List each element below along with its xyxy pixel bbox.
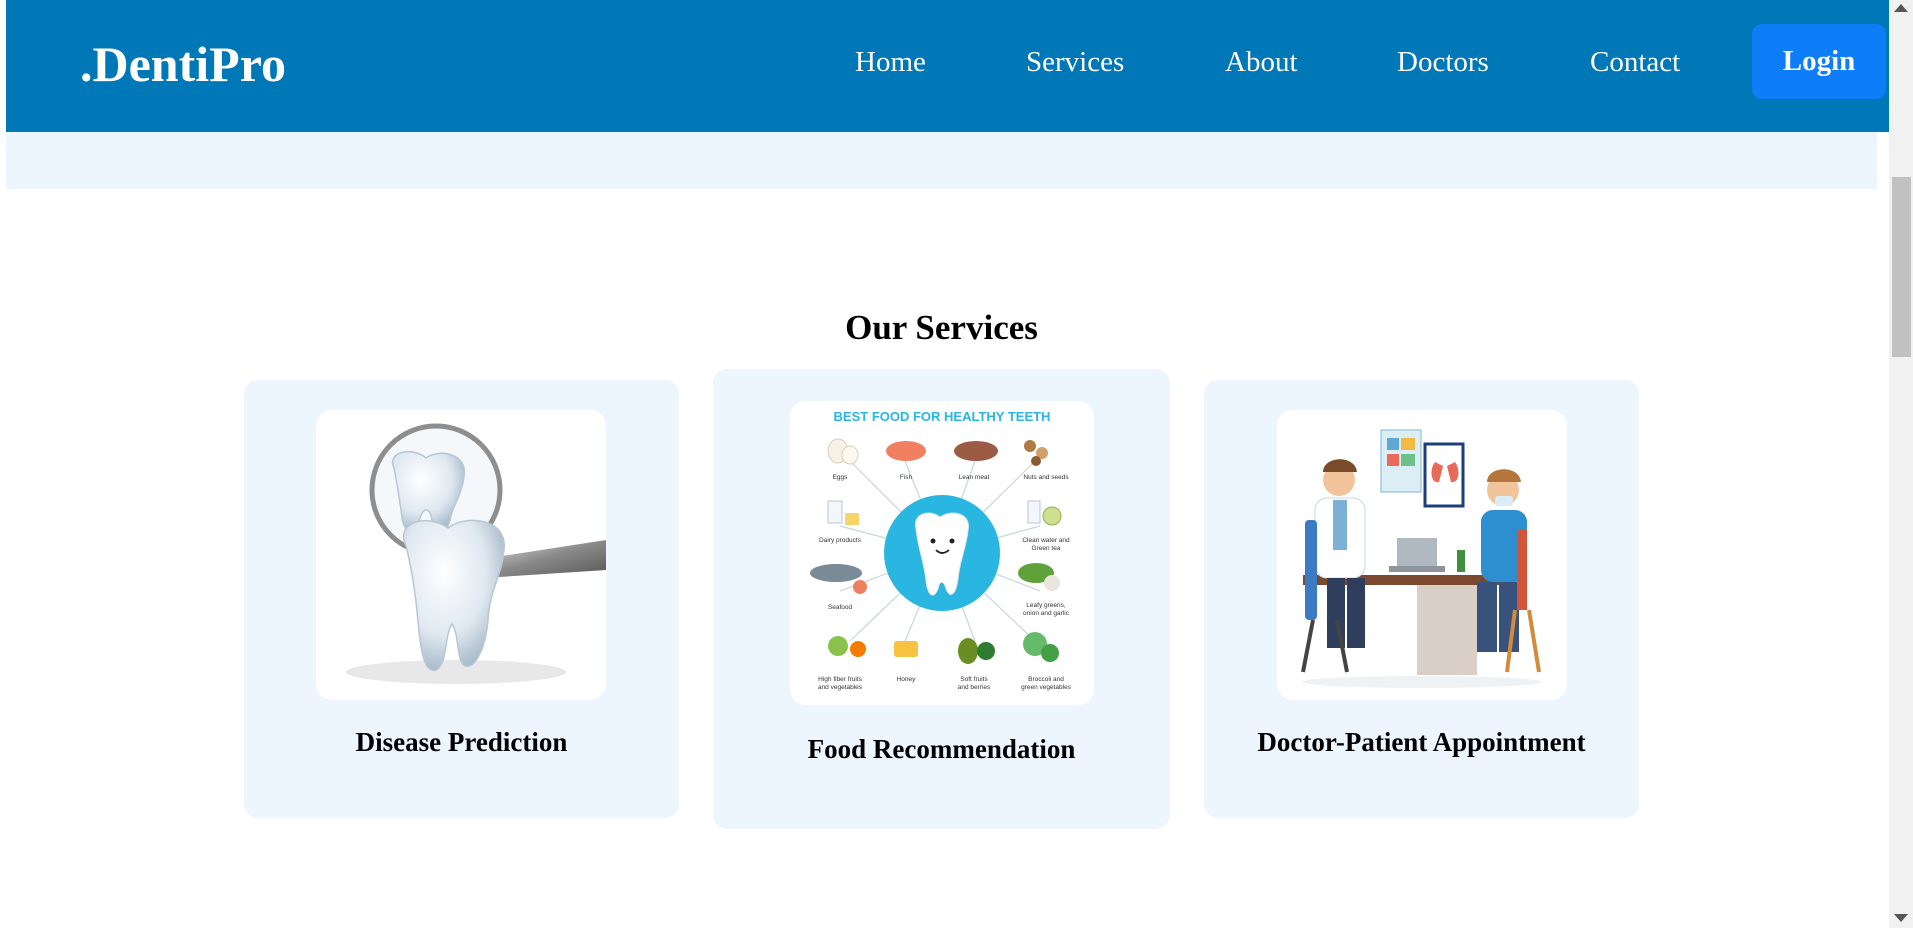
service-card-doctor-patient-appointment[interactable]: Doctor-Patient Appointment [1204,380,1639,818]
page: .DentiPro Home Services About Doctors Co… [6,0,1889,928]
svg-text:Fish: Fish [900,474,913,481]
scroll-up-icon[interactable] [1894,4,1908,12]
nav-item-about[interactable]: About [1225,42,1298,82]
svg-text:Broccoli and: Broccoli and [1028,676,1064,683]
svg-text:green vegetables: green vegetables [1021,684,1072,691]
card-title: Disease Prediction [355,727,568,757]
card-title: Doctor-Patient Appointment [1257,727,1586,757]
vertical-scrollbar[interactable] [1889,0,1913,928]
patient-figure [1477,469,1541,673]
tooth-magnifier-image [316,410,606,700]
svg-text:onion and garlic: onion and garlic [1023,610,1070,617]
svg-text:High fiber fruits: High fiber fruits [818,676,862,683]
navbar: .DentiPro Home Services About Doctors Co… [6,0,1889,132]
nav-item-doctors[interactable]: Doctors [1397,42,1489,82]
brand-logo[interactable]: .DentiPro [80,36,286,92]
svg-text:Green tea: Green tea [1032,545,1061,552]
hero-strip [6,132,1877,189]
svg-text:Eggs: Eggs [833,474,849,481]
svg-text:Lean meat: Lean meat [959,474,990,481]
card-title: Food Recommendation [807,734,1076,764]
healthy-teeth-food-infographic: BEST FOOD FOR HEALTHY TEETH Eggs Fish Le… [790,401,1094,705]
nav-item-contact[interactable]: Contact [1590,42,1680,82]
scrollbar-thumb[interactable] [1892,177,1911,357]
service-card-food-recommendation[interactable]: BEST FOOD FOR HEALTHY TEETH Eggs Fish Le… [713,369,1170,829]
svg-text:Dairy products: Dairy products [819,537,862,544]
svg-text:Clean water and: Clean water and [1022,537,1070,544]
svg-text:Nuts and seeds: Nuts and seeds [1023,474,1069,481]
svg-text:Seafood: Seafood [828,604,853,611]
doctor-figure [1301,459,1366,673]
svg-text:Honey: Honey [897,676,917,683]
doctor-patient-illustration [1277,410,1567,700]
login-button[interactable]: Login [1752,24,1886,99]
scroll-down-icon[interactable] [1894,914,1908,922]
svg-text:Soft fruits: Soft fruits [960,676,988,683]
svg-text:and vegetables: and vegetables [818,684,863,691]
svg-text:and berries: and berries [958,684,991,691]
nav-item-home[interactable]: Home [855,42,926,82]
nav-item-services[interactable]: Services [1026,42,1124,82]
svg-text:Leafy greens,: Leafy greens, [1026,602,1066,609]
infographic-heading: BEST FOOD FOR HEALTHY TEETH [834,409,1051,424]
service-card-disease-prediction[interactable]: Disease Prediction [244,380,679,818]
section-title: Our Services [845,308,1038,347]
